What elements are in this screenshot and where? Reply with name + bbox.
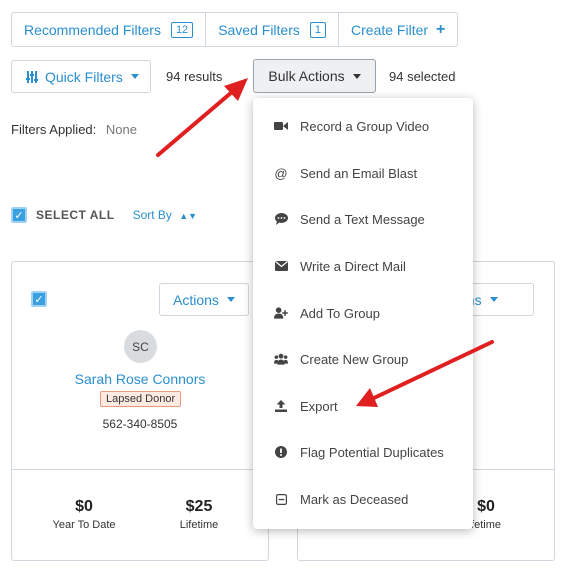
- menu-item-add-to-group[interactable]: Add To Group: [253, 293, 473, 333]
- users-icon: [274, 353, 288, 365]
- tab-label: Create Filter: [351, 21, 429, 38]
- select-all-row: ✓ SELECT ALL Sort By ▲▼: [11, 207, 197, 223]
- count-badge: 12: [170, 21, 194, 38]
- menu-item-label: Export: [300, 398, 338, 414]
- contact-phone: 562-340-8505: [102, 417, 178, 431]
- chevron-down-icon: [352, 73, 361, 79]
- stat-lifetime: $25 Lifetime: [162, 498, 236, 531]
- contact-card: ✓ Actions SC Sarah Rose Connors Lapsed D…: [11, 261, 269, 561]
- menu-item-label: Send an Email Blast: [300, 165, 418, 181]
- count-badge: 1: [309, 21, 327, 38]
- sort-by-button[interactable]: Sort By ▲▼: [133, 208, 198, 222]
- stat-label: Year To Date: [52, 519, 116, 531]
- plus-icon: +: [436, 20, 446, 38]
- sort-icon: ▲▼: [179, 211, 198, 221]
- menu-item-write-direct-mail[interactable]: Write a Direct Mail: [253, 246, 473, 286]
- menu-item-record-group-video[interactable]: Record a Group Video: [253, 106, 473, 146]
- menu-item-flag-potential-duplicates[interactable]: Flag Potential Duplicates: [253, 432, 473, 472]
- stat-value: $25: [185, 498, 213, 515]
- avatar: SC: [124, 330, 157, 363]
- video-camera-icon: [274, 121, 288, 131]
- sort-by-label: Sort By: [132, 208, 172, 222]
- menu-item-create-new-group[interactable]: Create New Group: [253, 339, 473, 379]
- menu-item-label: Write a Direct Mail: [300, 258, 406, 274]
- annotation-arrow-bulk-actions: [156, 78, 248, 157]
- bulk-actions-button[interactable]: Bulk Actions: [253, 59, 376, 93]
- sliders-icon: [26, 70, 38, 83]
- upload-icon: [274, 400, 288, 412]
- minus-square-icon: [274, 493, 288, 505]
- filters-applied: Filters Applied: None: [11, 122, 137, 137]
- tab-saved-filters[interactable]: Saved Filters 1: [205, 12, 340, 47]
- card-divider: [12, 469, 268, 470]
- select-all-label: SELECT ALL: [36, 208, 115, 222]
- at-sign-icon: @: [274, 165, 288, 181]
- filters-applied-label: Filters Applied:: [11, 122, 97, 137]
- stat-value: $0: [75, 498, 93, 515]
- bulk-actions-label: Bulk Actions: [268, 68, 345, 84]
- actions-label: Actions: [173, 291, 219, 308]
- chevron-down-icon: [489, 297, 498, 302]
- actions-button[interactable]: Actions: [159, 283, 249, 316]
- filters-applied-value: None: [105, 122, 137, 137]
- contact-checkbox[interactable]: ✓: [31, 291, 47, 307]
- selected-count: 94 selected: [389, 69, 456, 84]
- tab-recommended-filters[interactable]: Recommended Filters 12: [11, 12, 207, 47]
- tab-label: Recommended Filters: [24, 21, 161, 38]
- stat-label: Lifetime: [179, 519, 219, 531]
- stat-year-to-date: $0 Year To Date: [42, 498, 126, 531]
- filter-tabs: Recommended Filters 12 Saved Filters 1 C…: [11, 12, 459, 47]
- chevron-down-icon: [226, 297, 235, 302]
- menu-item-label: Send a Text Message: [300, 211, 425, 227]
- results-count: 94 results: [166, 69, 223, 84]
- contact-name-link[interactable]: Sarah Rose Connors: [12, 371, 268, 387]
- tab-create-filter[interactable]: Create Filter +: [338, 12, 459, 47]
- menu-item-send-email-blast[interactable]: @ Send an Email Blast: [253, 153, 473, 193]
- menu-item-export[interactable]: Export: [253, 386, 473, 426]
- menu-item-mark-as-deceased[interactable]: Mark as Deceased: [253, 479, 473, 519]
- menu-item-label: Add To Group: [300, 305, 380, 321]
- menu-item-label: Flag Potential Duplicates: [300, 444, 444, 460]
- menu-item-send-text-message[interactable]: Send a Text Message: [253, 199, 473, 239]
- bulk-actions-menu: Record a Group Video @ Send an Email Bla…: [253, 98, 473, 529]
- quick-filters-button[interactable]: Quick Filters: [11, 60, 151, 93]
- chat-bubble-icon: [274, 213, 288, 225]
- select-all-checkbox[interactable]: ✓: [11, 207, 27, 223]
- menu-item-label: Record a Group Video: [300, 118, 430, 134]
- menu-item-label: Mark as Deceased: [300, 491, 409, 507]
- envelope-icon: [274, 261, 288, 271]
- exclamation-circle-icon: [274, 446, 288, 458]
- status-badge: Lapsed Donor: [100, 391, 182, 407]
- user-plus-icon: [274, 307, 288, 319]
- chevron-down-icon: [130, 74, 139, 79]
- tab-label: Saved Filters: [218, 21, 300, 38]
- quick-filters-label: Quick Filters: [45, 68, 123, 85]
- menu-item-label: Create New Group: [300, 351, 409, 367]
